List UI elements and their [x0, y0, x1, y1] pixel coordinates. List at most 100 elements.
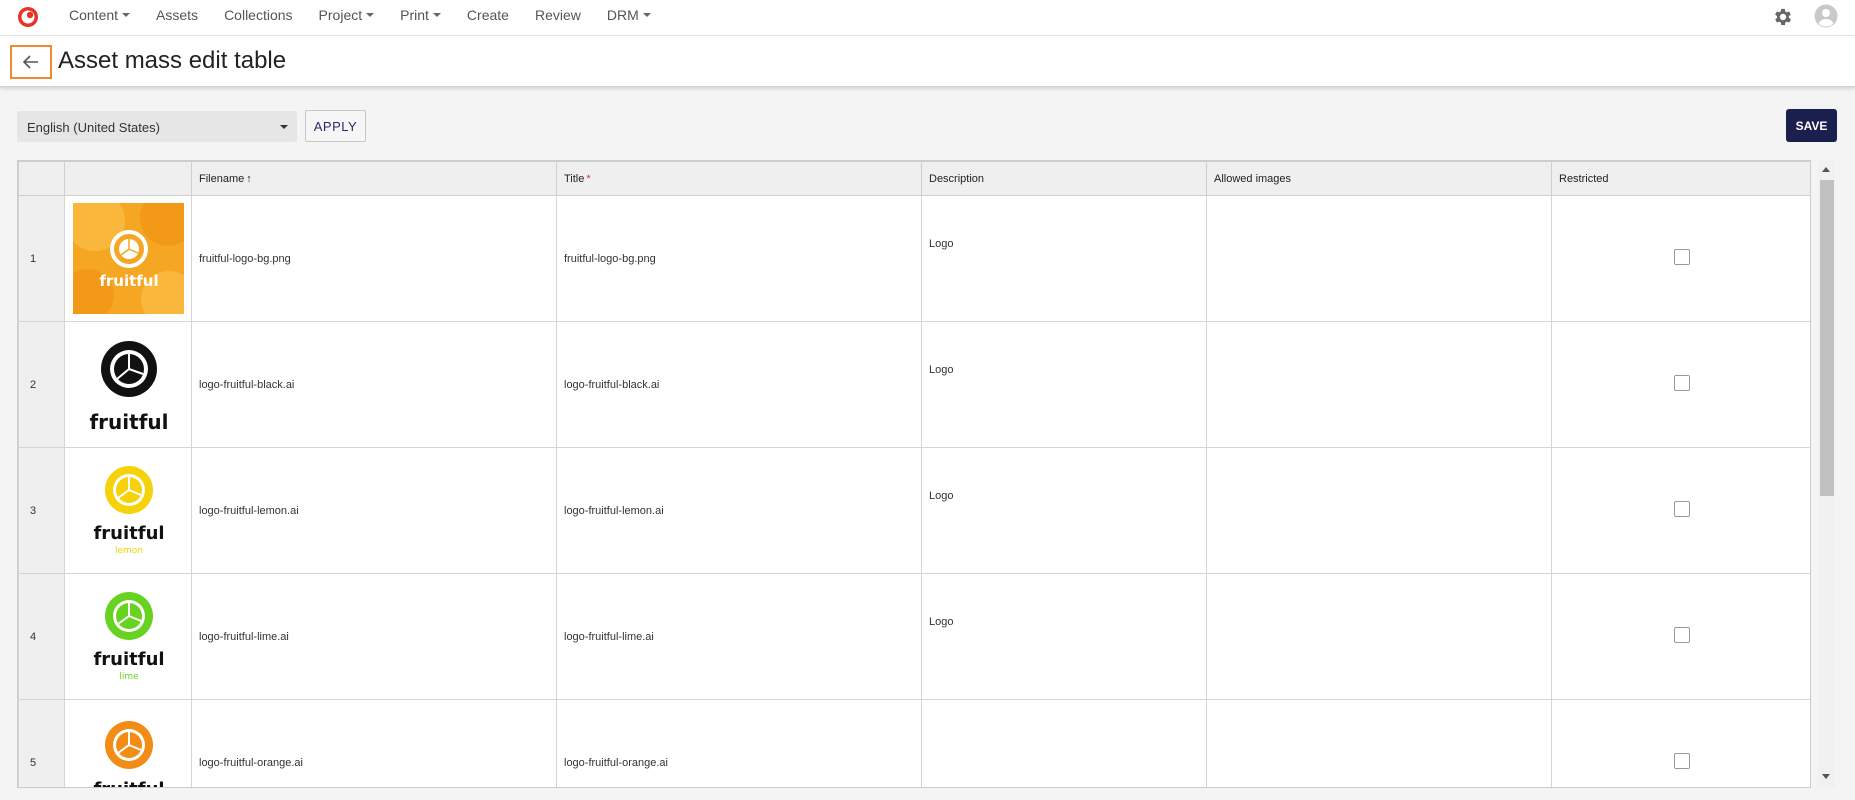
nav-item-review[interactable]: Review [535, 7, 581, 23]
filename-cell[interactable]: logo-fruitful-lime.ai [191, 573, 557, 700]
arrow-left-icon [22, 55, 38, 69]
app-logo-icon[interactable] [17, 6, 39, 28]
asset-thumbnail-image: fruitful [89, 341, 168, 434]
thumbnail-cell[interactable]: fruitful lemon [64, 447, 192, 574]
mass-edit-grid: Filename ↑ Title * Description Allowed ima… [17, 160, 1811, 788]
table-row: 1 fruitful fruitful-logo-bg.png fruitful… [18, 195, 1810, 322]
restricted-cell [1551, 321, 1810, 448]
table-row: 3 fruitful lemon logo-fruitful-lemon.ai … [18, 447, 1810, 574]
scroll-up-arrow-icon[interactable] [1822, 167, 1830, 172]
sort-ascending-icon: ↑ [246, 172, 252, 185]
nav-item-label: Collections [224, 7, 293, 23]
column-header-label: Title [564, 172, 585, 185]
required-marker: * [586, 172, 591, 185]
row-number: 5 [18, 699, 65, 787]
description-cell[interactable]: Logo [921, 573, 1207, 700]
locale-select[interactable]: English (United States) [17, 111, 297, 142]
column-header-title[interactable]: Title * [556, 161, 922, 196]
top-navbar: Content Assets Collections Project Print… [0, 0, 1855, 36]
asset-thumbnail-image: fruitful lime [93, 592, 164, 682]
asset-thumbnail-image: fruitful lemon [93, 466, 164, 556]
thumbnail-variant-text: lime [119, 672, 139, 682]
column-header-label: Restricted [1559, 172, 1609, 185]
restricted-checkbox[interactable] [1674, 375, 1690, 391]
back-button[interactable] [10, 45, 52, 79]
scrollbar-thumb[interactable] [1820, 180, 1834, 496]
column-header-description[interactable]: Description [921, 161, 1207, 196]
restricted-checkbox[interactable] [1674, 249, 1690, 265]
scroll-down-arrow-icon[interactable] [1822, 774, 1830, 779]
nav-item-label: DRM [606, 7, 639, 23]
description-cell[interactable]: Logo [921, 195, 1207, 322]
restricted-checkbox[interactable] [1674, 501, 1690, 517]
restricted-cell [1551, 195, 1810, 322]
caret-down-icon [432, 13, 441, 17]
description-cell[interactable]: Logo [921, 447, 1207, 574]
column-header-label: Description [929, 172, 985, 185]
allowed-images-cell[interactable] [1206, 699, 1552, 787]
nav-item-label: Create [466, 7, 509, 23]
caret-down-icon [280, 125, 288, 129]
restricted-checkbox[interactable] [1674, 753, 1690, 769]
thumbnail-brand-text: fruitful [93, 523, 164, 544]
row-number: 4 [18, 573, 65, 700]
filename-cell[interactable]: logo-fruitful-black.ai [191, 321, 557, 448]
locale-select-value: English (United States) [27, 120, 160, 135]
thumbnail-cell[interactable]: fruitful [64, 699, 192, 787]
nav-item-project[interactable]: Project [319, 7, 375, 23]
asset-table: Filename ↑ Title * Description Allowed ima… [18, 161, 1810, 787]
save-button[interactable]: SAVE [1786, 109, 1837, 142]
page-title: Asset mass edit table [58, 47, 287, 74]
nav-item-drm[interactable]: DRM [607, 7, 651, 23]
nav-item-content[interactable]: Content [69, 7, 131, 23]
allowed-images-cell[interactable] [1206, 447, 1552, 574]
nav-item-label: Review [534, 7, 581, 23]
restricted-cell [1551, 573, 1810, 700]
nav-item-label: Content [69, 7, 119, 23]
thumbnail-variant-text: lemon [114, 546, 142, 556]
caret-down-icon [122, 13, 131, 17]
nav-item-label: Print [400, 7, 429, 23]
title-cell[interactable]: logo-fruitful-orange.ai [556, 699, 922, 787]
table-row: 2 fruitful logo-fruitful-black.ai logo-f… [18, 321, 1810, 448]
title-cell[interactable]: logo-fruitful-lime.ai [556, 573, 922, 700]
filename-cell[interactable]: fruitful-logo-bg.png [191, 195, 557, 322]
allowed-images-cell[interactable] [1206, 321, 1552, 448]
allowed-images-cell[interactable] [1206, 573, 1552, 700]
description-cell[interactable]: Logo [921, 321, 1207, 448]
nav-item-collections[interactable]: Collections [224, 7, 292, 23]
caret-down-icon [366, 13, 375, 17]
column-header-allowed-images[interactable]: Allowed images [1206, 161, 1552, 196]
thumbnail-cell[interactable]: fruitful [64, 195, 192, 322]
main-nav: Content Assets Collections Project Print… [69, 0, 677, 30]
restricted-cell [1551, 447, 1810, 574]
restricted-checkbox[interactable] [1674, 627, 1690, 643]
thumbnail-brand-text: fruitful [93, 649, 164, 670]
user-avatar-icon[interactable] [1814, 4, 1838, 28]
asset-thumbnail-image: fruitful [93, 721, 164, 787]
column-header-restricted[interactable]: Restricted [1551, 161, 1810, 196]
title-cell[interactable]: logo-fruitful-lemon.ai [556, 447, 922, 574]
gear-icon[interactable] [1772, 6, 1794, 28]
column-header-filename[interactable]: Filename ↑ [191, 161, 557, 196]
caret-down-icon [642, 13, 651, 17]
row-number: 2 [18, 321, 65, 448]
nav-item-create[interactable]: Create [467, 7, 509, 23]
row-number: 1 [18, 195, 65, 322]
asset-thumbnail-image: fruitful [72, 203, 184, 314]
nav-item-label: Assets [156, 7, 199, 23]
filename-cell[interactable]: logo-fruitful-orange.ai [191, 699, 557, 787]
table-row: 5 fruitful logo-fruitful-orange.ai logo-… [18, 699, 1810, 787]
column-header-label: Filename [199, 172, 245, 185]
title-cell[interactable]: fruitful-logo-bg.png [556, 195, 922, 322]
nav-item-assets[interactable]: Assets [156, 7, 198, 23]
restricted-cell [1551, 699, 1810, 787]
description-cell[interactable] [921, 699, 1207, 787]
apply-button[interactable]: APPLY [305, 110, 366, 142]
allowed-images-cell[interactable] [1206, 195, 1552, 322]
thumbnail-cell[interactable]: fruitful lime [64, 573, 192, 700]
title-cell[interactable]: logo-fruitful-black.ai [556, 321, 922, 448]
nav-item-print[interactable]: Print [400, 7, 441, 23]
filename-cell[interactable]: logo-fruitful-lemon.ai [191, 447, 557, 574]
thumbnail-cell[interactable]: fruitful [64, 321, 192, 448]
